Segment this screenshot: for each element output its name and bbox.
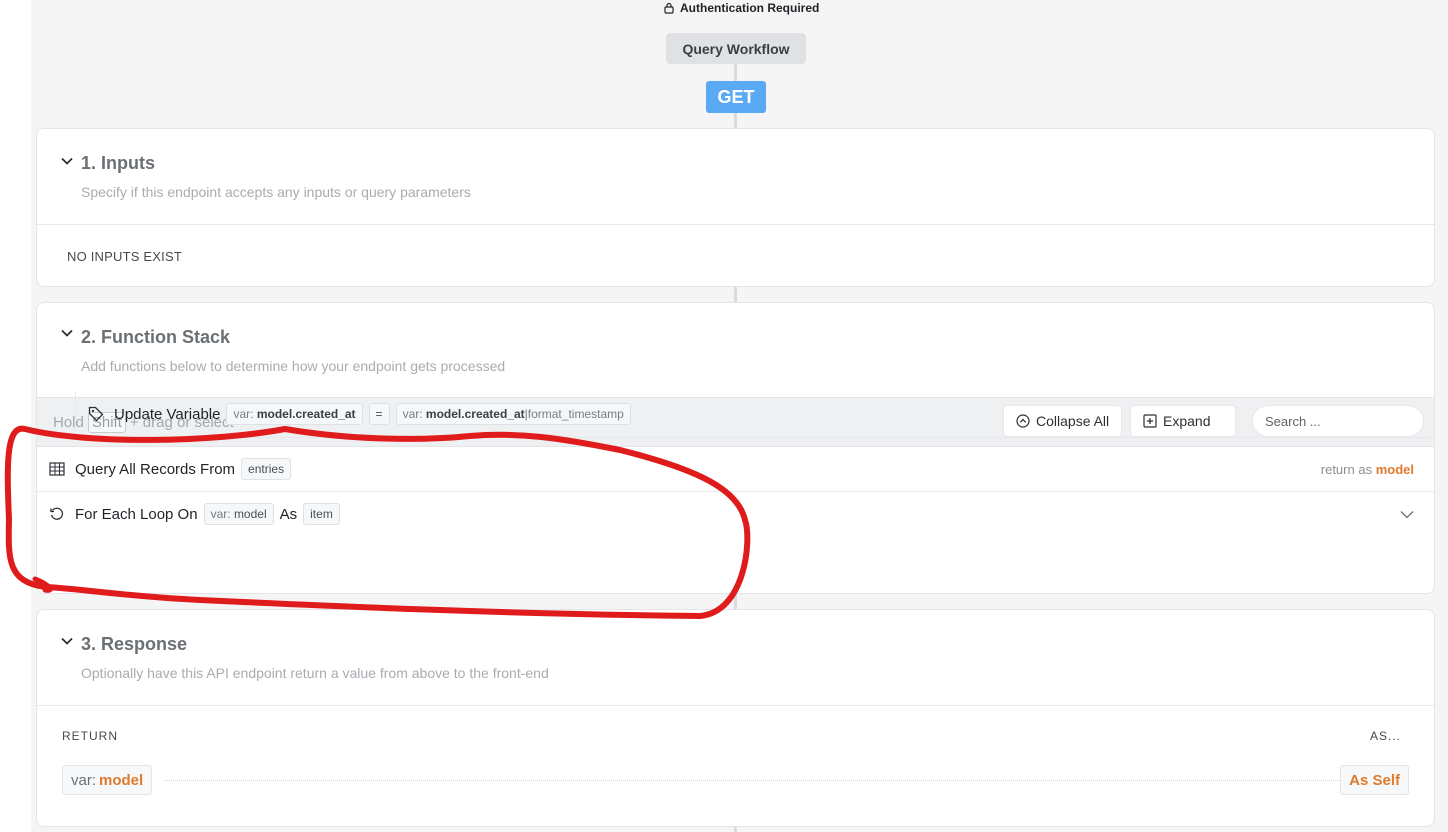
return-var-prefix: var: (71, 771, 97, 789)
inputs-card: 1. Inputs Specify if this endpoint accep… (36, 128, 1435, 287)
operator-tag[interactable]: = (368, 403, 390, 425)
query-workflow-pill[interactable]: Query Workflow (666, 33, 806, 64)
foreach-as-label: As (279, 505, 298, 523)
update-value-name: model.created_at (425, 407, 525, 421)
connector-line (734, 286, 737, 303)
function-row-foreach[interactable]: For Each Loop On var: model As item (37, 492, 1434, 582)
update-value-filter: |format_timestamp (524, 407, 624, 421)
dotted-connector (165, 780, 1356, 781)
chevron-down-icon[interactable] (59, 633, 75, 649)
function-stack-title: 2. Function Stack (81, 327, 231, 347)
foreach-label: For Each Loop On (75, 505, 198, 523)
lock-icon (664, 2, 674, 14)
chevron-down-icon[interactable] (59, 325, 75, 341)
chevron-down-icon[interactable] (59, 153, 75, 169)
update-row-content: Update Variable var: model.created_at = … (88, 392, 631, 436)
loop-var-tag[interactable]: var: model (203, 503, 274, 525)
function-stack-subtitle: Add functions below to determine how you… (81, 358, 506, 374)
auth-required-label: Authentication Required (663, 0, 819, 16)
response-subtitle: Optionally have this API endpoint return… (81, 665, 549, 681)
update-target-prefix: var: (233, 407, 254, 421)
as-label: AS... (1369, 729, 1401, 743)
update-value-tag[interactable]: var: model.created_at|format_timestamp (395, 403, 631, 425)
inputs-subtitle: Specify if this endpoint accepts any inp… (81, 184, 471, 200)
loop-item-tag[interactable]: item (303, 503, 340, 525)
divider (37, 705, 1434, 706)
foreach-row-content: For Each Loop On var: model As item (49, 492, 340, 536)
return-var-name: model (99, 771, 144, 789)
return-as-prefix: return as (1320, 462, 1373, 477)
auth-required-text: Authentication Required (680, 1, 820, 15)
connector-line (734, 593, 737, 610)
query-label: Query All Records From (75, 460, 236, 478)
return-variable-chip[interactable]: var: model (62, 765, 153, 795)
loop-var-name: model (233, 507, 267, 521)
loop-var-prefix: var: (210, 507, 231, 521)
table-name-tag[interactable]: entries (241, 458, 292, 480)
return-label: RETURN (62, 729, 118, 743)
response-card: 3. Response Optionally have this API end… (36, 609, 1435, 827)
update-variable-label: Update Variable (114, 405, 221, 423)
as-self-chip[interactable]: As Self (1340, 765, 1409, 795)
update-value-prefix: var: (402, 407, 423, 421)
function-row-query[interactable]: Query All Records From entries return as… (37, 447, 1434, 492)
response-title: 3. Response (81, 634, 188, 654)
loop-icon (50, 507, 64, 520)
http-method-badge[interactable]: GET (706, 81, 766, 113)
query-row-content: Query All Records From entries (49, 447, 292, 491)
update-target-tag[interactable]: var: model.created_at (226, 403, 363, 425)
inputs-title: 1. Inputs (81, 153, 156, 173)
function-row-update-variable[interactable]: Update Variable var: model.created_at = … (75, 392, 1434, 438)
tag-icon (88, 406, 104, 422)
function-stack-card: 2. Function Stack Add functions below to… (36, 302, 1435, 594)
return-var-name: model (1375, 462, 1414, 477)
update-target-name: model.created_at (256, 407, 356, 421)
divider (37, 224, 1434, 225)
table-icon (49, 462, 65, 476)
return-as[interactable]: return as model (1321, 462, 1414, 477)
no-inputs-text: NO INPUTS EXIST (67, 249, 182, 264)
chevron-down-icon[interactable] (1398, 505, 1416, 523)
